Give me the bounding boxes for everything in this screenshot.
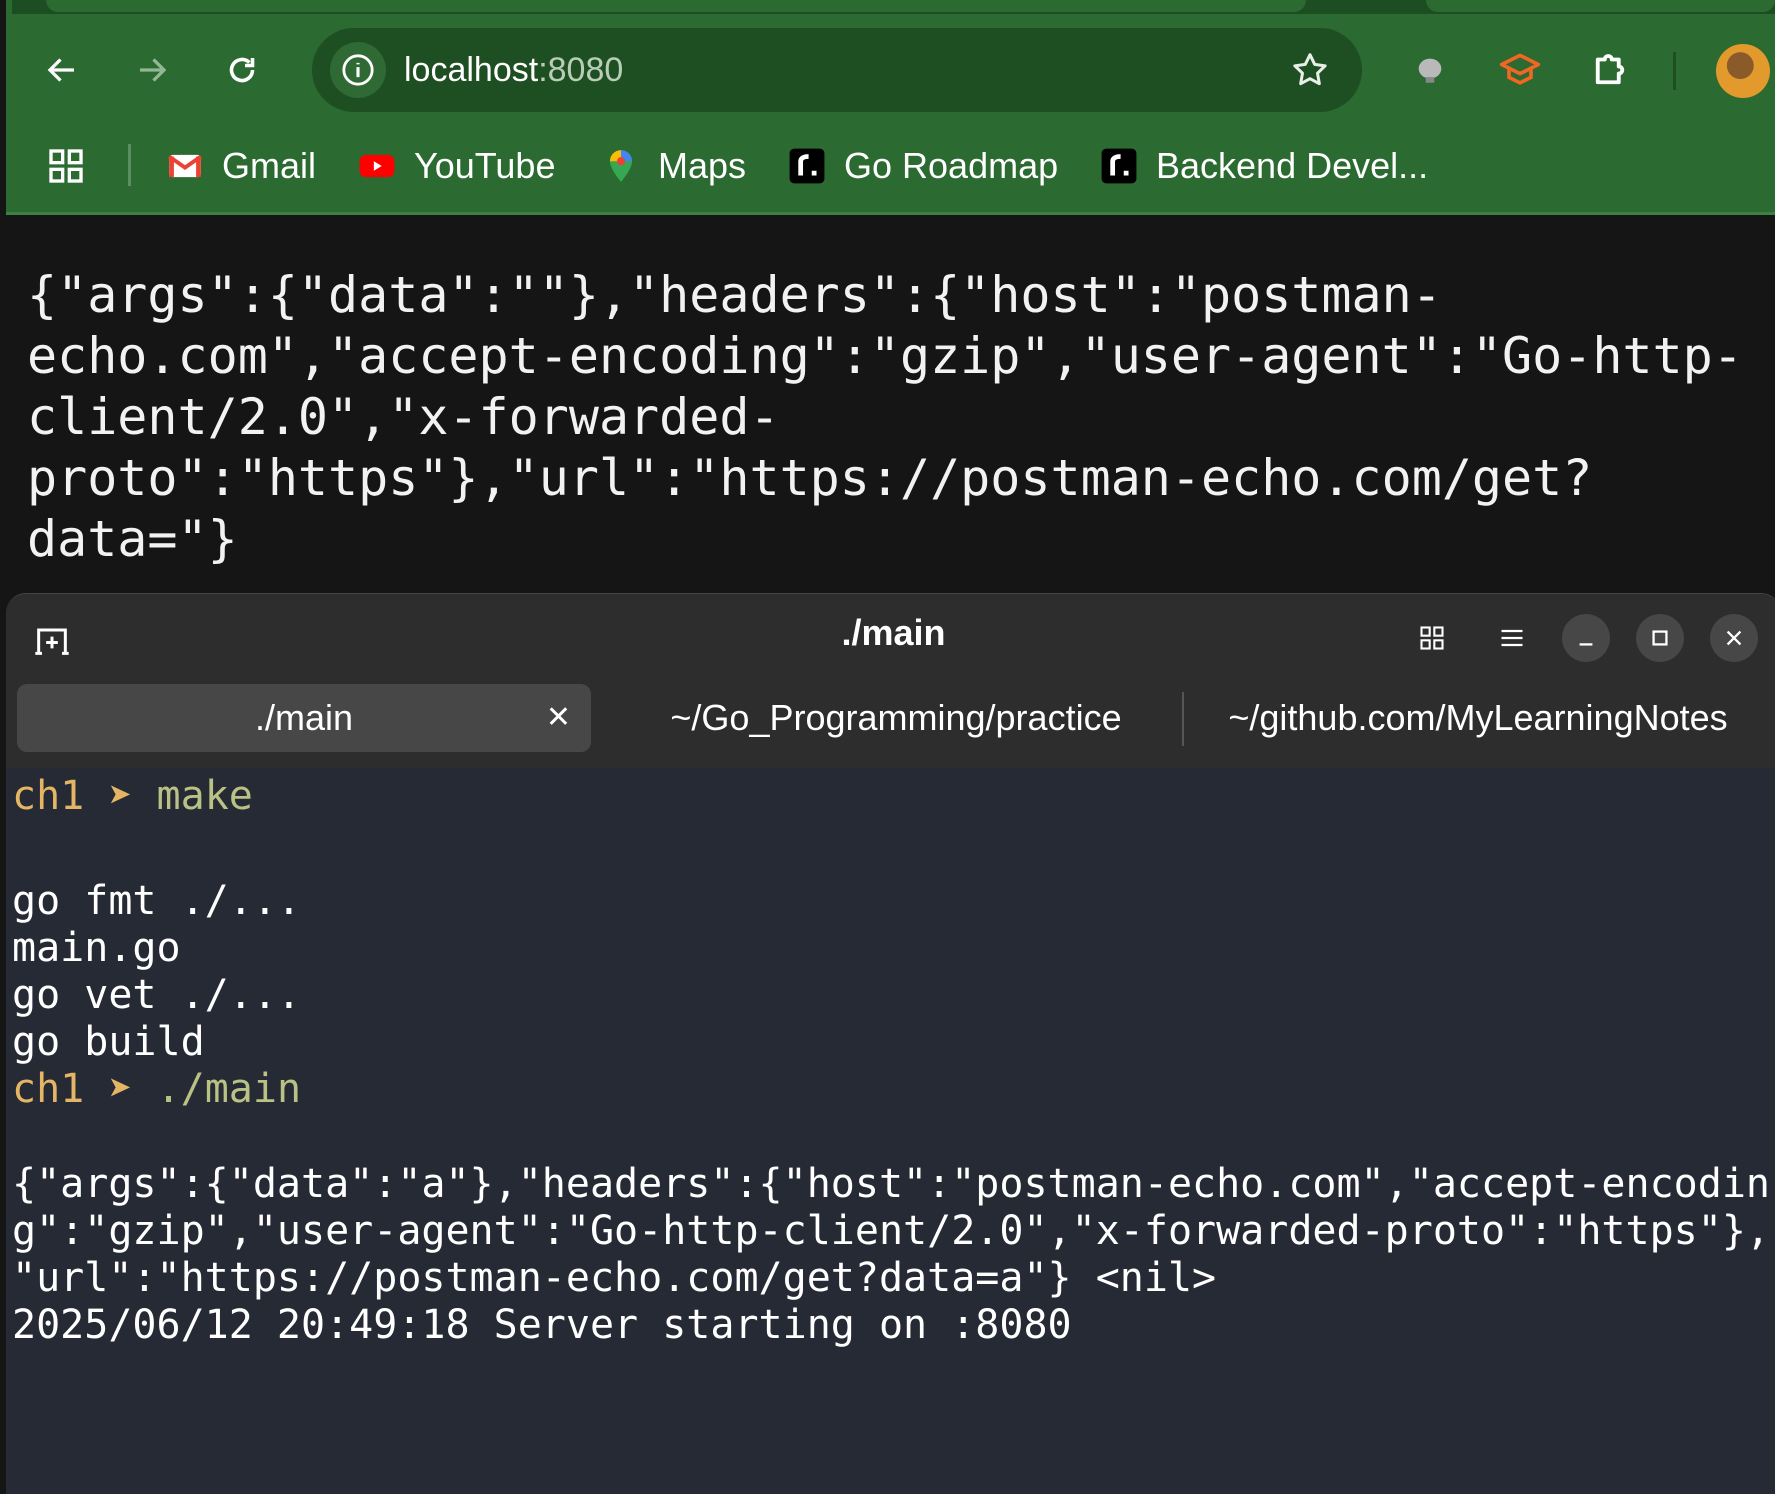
tab-overview-button[interactable] — [1408, 614, 1456, 662]
output-line: 2025/06/12 20:49:18 Server starting on :… — [12, 1302, 1072, 1348]
puzzle-icon — [1595, 54, 1625, 85]
output-line: go build — [12, 1019, 205, 1065]
terminal-tab-learning-notes[interactable]: ~/github.com/MyLearningNotes — [1192, 684, 1764, 752]
prompt-arrow-icon: ➤ — [108, 1066, 133, 1112]
terminal-tab-practice[interactable]: ~/Go_Programming/practice — [606, 684, 1186, 752]
output-line: "url":"https://postman-echo.com/get?data… — [12, 1255, 1217, 1301]
close-icon — [1726, 630, 1742, 646]
maps-icon — [602, 147, 640, 185]
tab-label: ~/Go_Programming/practice — [670, 697, 1122, 738]
output-line: {"args":{"data":"a"},"headers":{"host":"… — [12, 1161, 1770, 1207]
bookmark-gmail[interactable]: Gmail — [166, 138, 316, 194]
forward-arrow-icon — [140, 58, 167, 82]
maximize-icon — [1652, 630, 1668, 646]
json-line: {"args":{"data":""},"headers":{"host":"p… — [27, 266, 1442, 324]
tab-separator — [1182, 692, 1184, 746]
bookmark-maps[interactable]: Maps — [602, 138, 746, 194]
output-line: g":"gzip","user-agent":"Go-http-client/2… — [12, 1208, 1770, 1254]
prompt-command: ./main — [156, 1066, 302, 1112]
profile-avatar[interactable] — [1716, 44, 1770, 98]
info-icon — [342, 54, 374, 86]
site-info-button[interactable] — [330, 42, 386, 98]
browser-toolbar: localhost:8080 — [6, 0, 1775, 120]
minimize-icon — [1579, 643, 1593, 646]
extension-icon-gray[interactable] — [1402, 42, 1458, 98]
youtube-icon — [358, 147, 396, 185]
gray-blob-icon — [1418, 58, 1442, 83]
tab-close-icon[interactable]: ✕ — [546, 684, 571, 752]
hamburger-menu-icon — [1501, 629, 1523, 647]
url-text[interactable]: localhost:8080 — [404, 28, 623, 112]
url-host: localhost — [404, 51, 539, 89]
grid-icon — [1420, 626, 1444, 650]
prompt-command: make — [156, 773, 253, 819]
bookmark-label: Maps — [658, 145, 747, 186]
json-line: data="} — [27, 510, 238, 568]
roadmap-icon — [1100, 147, 1138, 185]
forward-button[interactable] — [118, 36, 186, 104]
json-response-text: {"args":{"data":""},"headers":{"host":"p… — [27, 265, 1767, 570]
prompt-directory: ch1 — [12, 773, 85, 819]
extensions-button[interactable] — [1582, 42, 1638, 98]
url-port: :8080 — [538, 51, 624, 89]
apps-grid-icon — [49, 149, 83, 183]
star-icon — [1293, 53, 1327, 86]
bookmark-backend-developer[interactable]: Backend Devel... — [1100, 138, 1428, 194]
bookmark-label: Gmail — [222, 145, 317, 186]
back-arrow-icon — [47, 58, 74, 82]
browser-tab-edge[interactable] — [46, 0, 1306, 12]
prompt-arrow-icon: ➤ — [108, 773, 133, 819]
reload-icon — [229, 57, 255, 83]
prompt-directory: ch1 — [12, 1066, 85, 1112]
maximize-button[interactable] — [1636, 614, 1684, 662]
browser-tab-edge[interactable] — [1426, 0, 1775, 12]
terminal-tab-main[interactable]: ./main ✕ — [17, 684, 591, 752]
bookmark-label: Go Roadmap — [844, 145, 1059, 186]
bookmark-label: Backend Devel... — [1156, 145, 1429, 186]
tab-label: ~/github.com/MyLearningNotes — [1228, 697, 1728, 738]
bookmarks-divider — [128, 144, 131, 186]
bookmark-go-roadmap[interactable]: Go Roadmap — [788, 138, 1058, 194]
prompt-line: ch1 ➤ make — [12, 770, 253, 822]
terminal-output[interactable]: ch1 ➤ make go fmt ./... main.go go vet .… — [12, 770, 1772, 1494]
json-line: proto":"https"},"url":"https://postman-e… — [27, 449, 1593, 507]
output-line: go vet ./... — [12, 972, 301, 1018]
toolbar-divider — [1673, 52, 1676, 90]
output-line: main.go — [12, 925, 181, 971]
bookmarks-bar: Gmail YouTube Maps Go Roadmap Backend De… — [6, 120, 1775, 215]
apps-button[interactable] — [46, 138, 86, 194]
page-content: {"args":{"data":""},"headers":{"host":"p… — [6, 215, 1775, 595]
roadmap-icon — [788, 147, 826, 185]
json-line: echo.com","accept-encoding":"gzip","user… — [27, 327, 1743, 385]
bookmark-label: YouTube — [414, 145, 556, 186]
main-menu-button[interactable] — [1488, 614, 1536, 662]
output-line: go fmt ./... — [12, 878, 301, 924]
prompt-line: ch1 ➤ ./main — [12, 1063, 301, 1115]
graduation-cap-icon — [1499, 53, 1541, 85]
terminal-header-bar: ./main ./main ✕ ~/Go_Programming/practic… — [6, 594, 1775, 768]
terminal-window: ./main ./main ✕ ~/Go_Programming/practic… — [6, 593, 1775, 1494]
address-bar[interactable]: localhost:8080 — [312, 28, 1362, 112]
bookmark-youtube[interactable]: YouTube — [358, 138, 555, 194]
tab-label: ./main — [254, 697, 354, 738]
extension-icon-orange[interactable] — [1492, 42, 1548, 98]
reload-button[interactable] — [208, 36, 276, 104]
bookmark-star-button[interactable] — [1280, 40, 1340, 100]
close-window-button[interactable] — [1710, 614, 1758, 662]
json-line: client/2.0","x-forwarded- — [27, 388, 780, 446]
gmail-icon — [166, 147, 204, 185]
minimize-button[interactable] — [1562, 614, 1610, 662]
back-button[interactable] — [28, 36, 96, 104]
